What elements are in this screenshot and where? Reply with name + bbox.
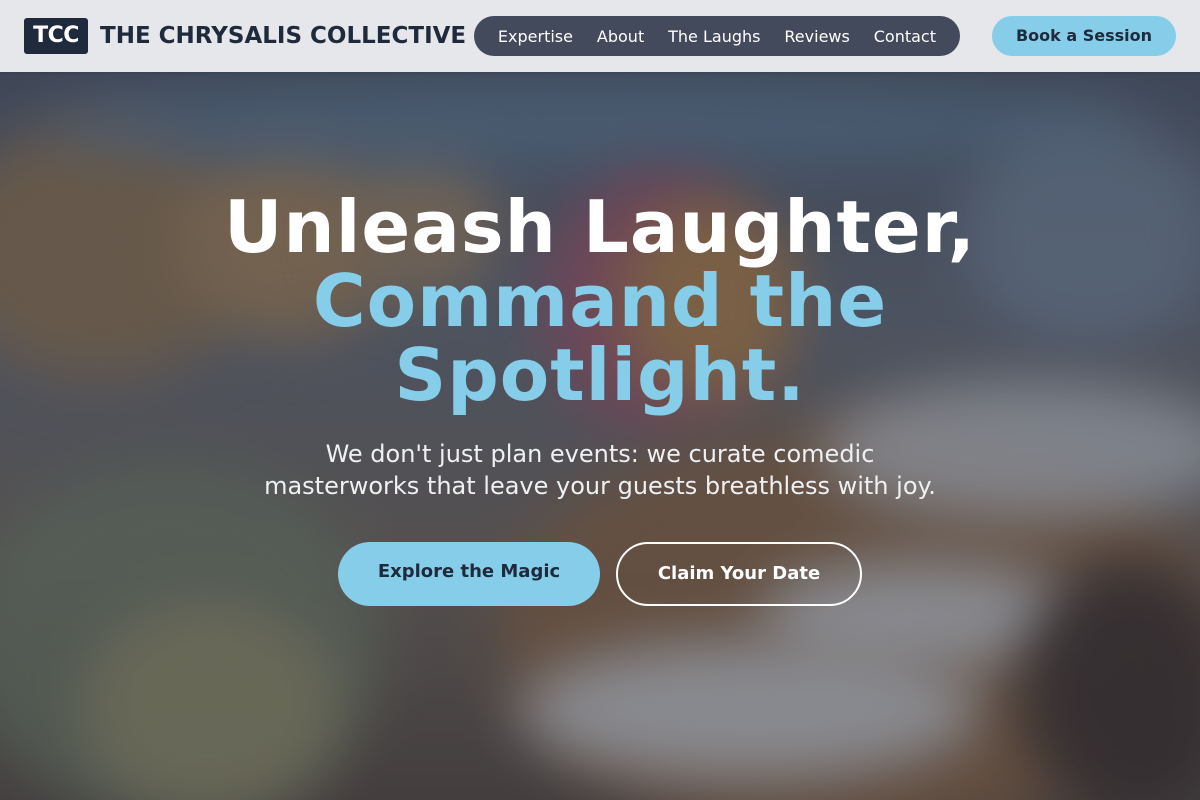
hero-section: Unleash Laughter, Command the Spotlight.… [0,190,1200,606]
nav-link-expertise[interactable]: Expertise [498,27,573,46]
logo-mark[interactable]: TCC [24,18,88,54]
brand-name[interactable]: THE CHRYSALIS COLLECTIVE [100,18,466,54]
headline-line-1: Unleash Laughter, [223,185,977,269]
hero-subheading: We don't just plan events: we curate com… [264,440,936,500]
main-nav: Expertise About The Laughs Reviews Conta… [474,16,960,56]
claim-date-button[interactable]: Claim Your Date [616,542,862,606]
hero-headline: Unleash Laughter, Command the Spotlight. [0,190,1200,412]
nav-link-contact[interactable]: Contact [874,27,936,46]
book-session-button[interactable]: Book a Session [992,16,1176,56]
headline-line-2: Command the Spotlight. [312,259,888,417]
explore-magic-button[interactable]: Explore the Magic [338,542,600,606]
nav-link-the-laughs[interactable]: The Laughs [668,27,760,46]
nav-link-about[interactable]: About [597,27,644,46]
site-header: TCC THE CHRYSALIS COLLECTIVE Expertise A… [0,0,1200,72]
nav-link-reviews[interactable]: Reviews [784,27,849,46]
landing-page: TCC THE CHRYSALIS COLLECTIVE Expertise A… [0,0,1200,800]
hero-cta-group: Explore the Magic Claim Your Date [0,542,1200,606]
